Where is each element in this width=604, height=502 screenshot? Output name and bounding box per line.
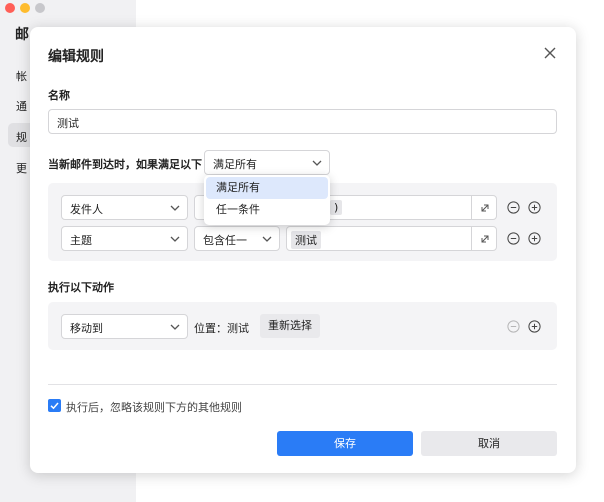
condition-field-select[interactable]: 主题 — [61, 226, 188, 251]
chevron-down-icon — [312, 160, 322, 166]
expand-icon[interactable] — [471, 196, 497, 219]
divider — [48, 384, 557, 385]
condition-value-tag: 测试 — [291, 231, 321, 249]
window-controls — [5, 3, 45, 13]
chevron-down-icon — [170, 205, 180, 211]
add-condition-icon[interactable] — [528, 201, 541, 214]
skip-rules-label: 执行后，忽略该规则下方的其他规则 — [66, 401, 242, 414]
background-nav-item[interactable]: 规 — [16, 129, 27, 145]
chevron-down-icon — [170, 236, 180, 242]
background-nav-item[interactable]: 帐 — [16, 68, 27, 84]
chevron-down-icon — [262, 236, 272, 242]
skip-rules-checkbox[interactable] — [48, 399, 61, 412]
reselect-button[interactable]: 重新选择 — [260, 314, 320, 338]
chevron-down-icon — [170, 324, 180, 330]
save-button[interactable]: 保存 — [277, 431, 413, 456]
dialog-title: 编辑规则 — [48, 49, 104, 65]
actions-label: 执行以下动作 — [48, 281, 114, 294]
background-nav-item[interactable]: 更 — [16, 160, 27, 176]
add-condition-icon[interactable] — [528, 232, 541, 245]
condition-operator-value: 包含任一 — [203, 234, 247, 247]
close-window-button[interactable] — [5, 3, 15, 13]
expand-icon[interactable] — [471, 227, 497, 250]
condition-field-value: 发件人 — [70, 203, 103, 216]
name-input[interactable]: 测试 — [48, 109, 557, 134]
close-icon[interactable] — [542, 45, 558, 61]
zoom-window-button[interactable] — [35, 3, 45, 13]
dropdown-option-all[interactable]: 满足所有 — [206, 177, 328, 199]
condition-value-tag: ) — [330, 200, 343, 215]
name-label: 名称 — [48, 89, 70, 102]
background-nav-item[interactable]: 通 — [16, 98, 27, 114]
condition-operator-select[interactable]: 包含任一 — [194, 226, 280, 251]
match-mode-select[interactable]: 满足所有 — [204, 150, 330, 175]
add-action-icon[interactable] — [528, 320, 541, 333]
edit-rule-dialog: 编辑规则 名称 测试 当新邮件到达时，如果满足以下 满足所有 发件人 ) 主题 … — [30, 27, 576, 473]
remove-action-icon[interactable] — [507, 320, 520, 333]
action-location: 位置：测试 — [194, 322, 249, 335]
remove-condition-icon[interactable] — [507, 201, 520, 214]
actions-panel: 移动到 位置：测试 重新选择 — [48, 302, 557, 350]
cancel-button[interactable]: 取消 — [421, 431, 557, 456]
check-icon — [50, 402, 59, 410]
match-mode-value: 满足所有 — [213, 158, 257, 171]
action-type-value: 移动到 — [70, 322, 103, 335]
background-title: 邮 — [15, 27, 29, 43]
remove-condition-icon[interactable] — [507, 232, 520, 245]
condition-field-value: 主题 — [70, 234, 92, 247]
condition-field-select[interactable]: 发件人 — [61, 195, 188, 220]
dropdown-option-any[interactable]: 任一条件 — [206, 199, 328, 221]
condition-value-field[interactable]: 测试 — [286, 226, 497, 251]
condition-prefix-label: 当新邮件到达时，如果满足以下 — [48, 158, 202, 171]
minimize-window-button[interactable] — [20, 3, 30, 13]
match-mode-dropdown: 满足所有 任一条件 — [204, 175, 330, 225]
action-type-select[interactable]: 移动到 — [61, 314, 188, 339]
